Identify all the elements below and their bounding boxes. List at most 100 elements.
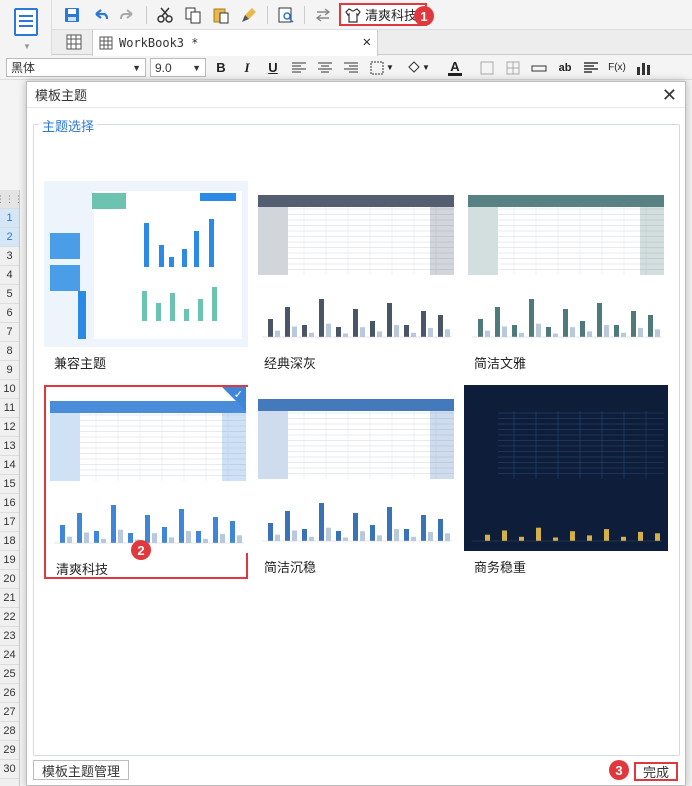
theme-card[interactable]: 商务稳重: [464, 385, 668, 579]
split-cells-icon[interactable]: [502, 58, 524, 78]
redo-icon[interactable]: [116, 3, 140, 27]
row-number[interactable]: 3: [0, 247, 19, 266]
switch-icon[interactable]: [311, 3, 335, 27]
theme-name: 清爽科技: [56, 562, 109, 577]
row-number[interactable]: 10: [0, 380, 19, 399]
app-logo-menu[interactable]: ▼: [0, 0, 52, 56]
grid-icon[interactable]: [66, 34, 82, 50]
paragraph-icon[interactable]: [580, 58, 602, 78]
paste-icon[interactable]: [209, 3, 233, 27]
row-number[interactable]: 25: [0, 665, 19, 684]
row-number[interactable]: 30: [0, 760, 19, 779]
bold-button[interactable]: B: [210, 58, 232, 78]
tab-bar: WorkBook3 * ✕: [52, 29, 692, 56]
row-number[interactable]: 5: [0, 285, 19, 304]
group-title: 主题选择: [39, 116, 98, 135]
row-number[interactable]: 18: [0, 532, 19, 551]
merge-cells-icon[interactable]: [476, 58, 498, 78]
border-icon[interactable]: ▼: [366, 58, 398, 78]
row-number[interactable]: 22: [0, 608, 19, 627]
app-window: ▼ 清爽科技 1 WorkBook3 * ✕ 黑体 ▼ 9.0 ▼ B I U: [0, 0, 692, 786]
row-number[interactable]: 1: [0, 209, 19, 228]
row-number[interactable]: 4: [0, 266, 19, 285]
font-family-select[interactable]: 黑体 ▼: [6, 58, 146, 77]
theme-thumbnail: [46, 387, 250, 553]
row-number[interactable]: 28: [0, 722, 19, 741]
row-number[interactable]: 16: [0, 494, 19, 513]
align-right-icon[interactable]: [340, 58, 362, 78]
tshirt-icon: [345, 7, 361, 23]
row-number[interactable]: 14: [0, 456, 19, 475]
row-number[interactable]: 24: [0, 646, 19, 665]
row-number[interactable]: 29: [0, 741, 19, 760]
cut-icon[interactable]: [153, 3, 177, 27]
row-number[interactable]: 8: [0, 342, 19, 361]
toolbar-divider: [146, 5, 147, 24]
manage-themes-button[interactable]: 模板主题管理: [33, 760, 130, 780]
row-number[interactable]: 7: [0, 323, 19, 342]
row-number[interactable]: 6: [0, 304, 19, 323]
checkmark-icon: ✓: [233, 389, 243, 401]
theme-name: 兼容主题: [54, 356, 107, 371]
save-icon[interactable]: [60, 3, 84, 27]
font-color-icon[interactable]: A: [438, 58, 472, 78]
done-button[interactable]: 完成: [634, 762, 678, 781]
spreadsheet-icon: [99, 36, 113, 50]
italic-button[interactable]: I: [236, 58, 258, 78]
row-number[interactable]: 2: [0, 228, 19, 247]
step-badge-2: 2: [131, 540, 151, 560]
row-number[interactable]: 11: [0, 399, 19, 418]
row-number[interactable]: 23: [0, 627, 19, 646]
chevron-down-icon: ▼: [23, 42, 31, 51]
select-all-corner[interactable]: ⋮⋮⋮: [0, 190, 23, 209]
theme-name: 经典深灰: [264, 356, 317, 371]
theme-card[interactable]: 简洁文雅: [464, 181, 668, 375]
theme-button-label: 清爽科技: [365, 8, 418, 23]
formula-button[interactable]: F(x): [606, 58, 628, 78]
close-tab-icon[interactable]: ✕: [363, 34, 371, 50]
row-number[interactable]: 12: [0, 418, 19, 437]
font-size-value: 9.0: [155, 60, 172, 75]
dialog-header: 模板主题 ✕: [27, 82, 685, 108]
document-icon: [14, 8, 38, 36]
row-number[interactable]: 15: [0, 475, 19, 494]
text-ab-button[interactable]: ab: [554, 58, 576, 78]
insert-row-icon[interactable]: [528, 58, 550, 78]
main-toolbar: 清爽科技: [52, 0, 692, 29]
row-number[interactable]: 19: [0, 551, 19, 570]
step-badge-3: 3: [609, 760, 629, 780]
tab-workbook[interactable]: WorkBook3 * ✕: [92, 30, 378, 56]
row-number[interactable]: 9: [0, 361, 19, 380]
align-center-icon[interactable]: [314, 58, 336, 78]
font-family-value: 黑体: [11, 61, 36, 75]
close-icon[interactable]: ✕: [662, 86, 677, 104]
fill-color-icon[interactable]: ▼: [402, 58, 434, 78]
row-number[interactable]: 26: [0, 684, 19, 703]
copy-icon[interactable]: [181, 3, 205, 27]
theme-card[interactable]: 经典深灰: [254, 181, 458, 375]
row-number-list: 1 2 3 4 5 6 7 8 9 10 11 12 13 14 15 16 17 18 19 20 21 22 23 24 2…: [0, 209, 19, 779]
theme-card[interactable]: 兼容主题: [44, 181, 248, 375]
theme-card[interactable]: 简洁沉稳: [254, 385, 458, 579]
align-left-icon[interactable]: [288, 58, 310, 78]
underline-button[interactable]: U: [262, 58, 284, 78]
theme-name: 商务稳重: [474, 560, 527, 575]
theme-name: 简洁文雅: [474, 356, 527, 371]
preview-icon[interactable]: [274, 3, 298, 27]
tab-label: WorkBook3 *: [119, 36, 199, 50]
format-painter-icon[interactable]: [237, 3, 261, 27]
template-theme-dialog: 模板主题 ✕ 主题选择 兼容主题 经典深灰 简洁文雅清爽科技 ✓ 简洁沉稳 商务稳重 模板…: [26, 81, 686, 786]
format-toolbar: 黑体 ▼ 9.0 ▼ B I U ▼ ▼ A ab F(x): [0, 56, 692, 80]
font-size-select[interactable]: 9.0 ▼: [150, 58, 206, 77]
undo-icon[interactable]: [88, 3, 112, 27]
row-number[interactable]: 17: [0, 513, 19, 532]
chevron-down-icon: ▼: [132, 62, 141, 73]
row-number[interactable]: 21: [0, 589, 19, 608]
theme-thumbnail: [254, 385, 458, 551]
chart-icon[interactable]: [632, 58, 654, 78]
row-number[interactable]: 20: [0, 570, 19, 589]
theme-thumbnail: [44, 181, 248, 347]
row-number[interactable]: 27: [0, 703, 19, 722]
row-number[interactable]: 13: [0, 437, 19, 456]
chevron-down-icon: ▼: [192, 62, 201, 73]
